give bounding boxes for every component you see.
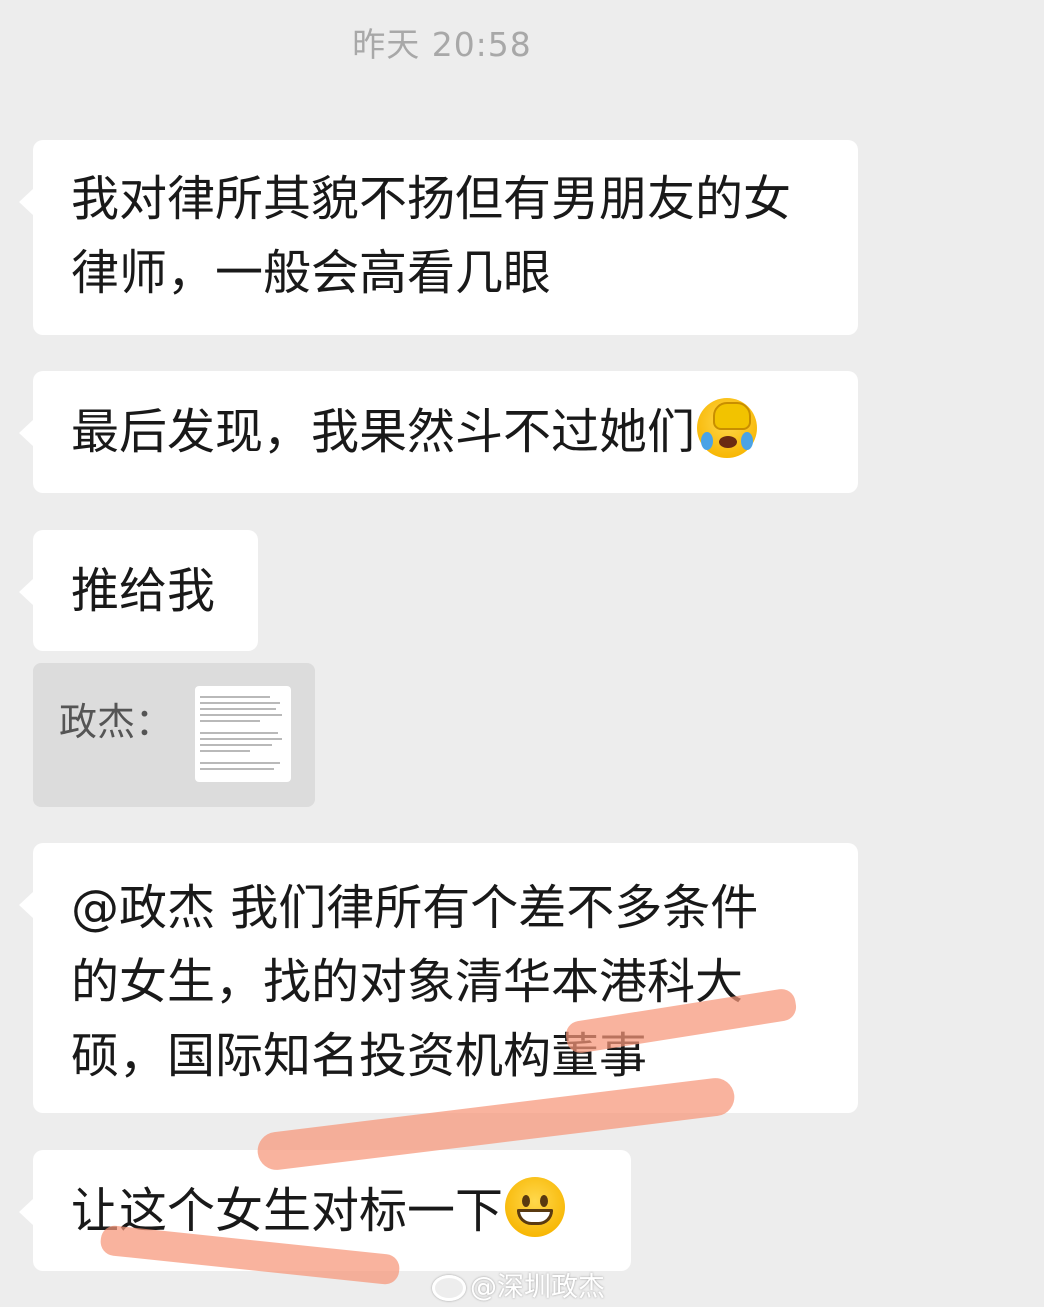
message-bubble-6[interactable]: 让这个女生对标一下 [19, 1150, 631, 1271]
facepalm-crying-emoji-icon [697, 398, 758, 458]
message-text-line: 律师，一般会高看几眼 [71, 245, 552, 301]
watermark-text: @深圳政杰 [470, 1272, 605, 1303]
grinning-emoji-icon [505, 1177, 566, 1237]
chat-record-thumbnail[interactable] [195, 686, 291, 782]
chat-timestamp: 昨天 20:58 [352, 25, 532, 64]
message-text-line: 推给我 [71, 563, 216, 619]
message-text-line: 我对律所其貌不扬但有男朋友的女 [71, 171, 792, 227]
weibo-watermark: @深圳政杰 [432, 1265, 605, 1304]
forward-sender-label: 政杰： [59, 700, 174, 744]
message-text-line: @政杰 我们律所有个差不多条件 [71, 880, 759, 936]
message-bubble-5[interactable]: @政杰 我们律所有个差不多条件 的女生，找的对象清华本港科大 硕，国际知名投资机… [19, 843, 858, 1113]
weibo-logo-icon [432, 1275, 466, 1301]
message-text-line: 硕，国际知名投资机构董事 [71, 1028, 648, 1084]
message-bubble-3[interactable]: 推给我 [19, 530, 258, 651]
message-text: 让这个女生对标一下 [71, 1183, 504, 1239]
forwarded-chat-record-card[interactable]: 政杰： [33, 663, 315, 807]
message-text-line: 的女生，找的对象清华本港科大 [71, 954, 744, 1010]
message-text: 最后发现，我果然斗不过她们 [71, 404, 696, 460]
message-text-line-with-emoji: 让这个女生对标一下 [71, 1174, 593, 1248]
message-bubble-2[interactable]: 最后发现，我果然斗不过她们 [19, 371, 858, 493]
message-text-line-with-emoji: 最后发现，我果然斗不过她们 [71, 395, 820, 469]
message-bubble-1[interactable]: 我对律所其貌不扬但有男朋友的女 律师，一般会高看几眼 [19, 140, 858, 335]
